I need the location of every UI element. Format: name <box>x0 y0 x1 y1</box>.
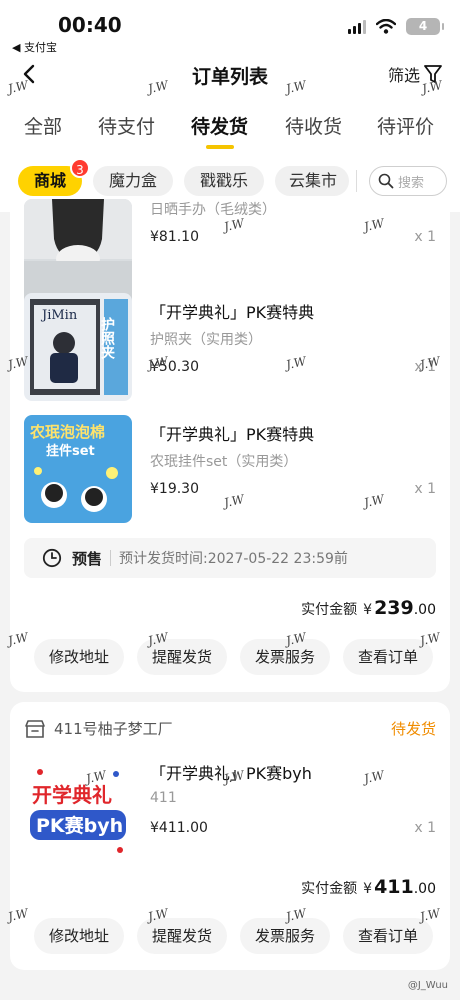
invoice-service-button[interactable]: 发票服务 <box>240 918 330 954</box>
search-placeholder: 搜索 <box>398 175 425 191</box>
product-name: 「开学典礼」PK赛byh <box>150 764 312 783</box>
thumb-charm-title: 农珉泡泡棉 <box>29 423 105 441</box>
remind-shipment-button[interactable]: 提醒发货 <box>137 639 227 675</box>
mall-count-badge: 3 <box>70 158 90 178</box>
tab-pending-payment[interactable]: 待支付 <box>98 112 155 139</box>
chevron-left-icon <box>23 64 35 84</box>
invoice-service-button[interactable]: 发票服务 <box>240 639 330 675</box>
presale-info: 预售 预计发货时间:2027-05-22 23:59前 <box>24 538 436 578</box>
clock-icon <box>42 548 62 568</box>
order-item[interactable]: 农珉泡泡棉 挂件set 「开学典礼」PK赛特典 农珉挂件set（实用类） ¥19… <box>24 415 436 527</box>
view-order-button[interactable]: 查看订单 <box>343 918 433 954</box>
product-name: 「开学典礼」PK赛特典 <box>150 425 315 444</box>
product-qty: x 1 <box>414 229 436 245</box>
chips-divider <box>356 170 357 192</box>
total-label: 实付金额 <box>301 881 358 897</box>
order-item[interactable]: JiMin 护照夹 「开学典礼」PK赛特典 护照夹（实用类） ¥50.30 x … <box>24 293 436 405</box>
product-qty: x 1 <box>414 481 436 497</box>
product-thumbnail: 开学典礼 PK赛byh <box>24 754 132 862</box>
store-icon <box>25 720 45 738</box>
shop-name: 411号柚子梦工厂 <box>54 720 173 738</box>
weibo-credit: @J_Wuu <box>407 980 448 991</box>
thumb-pk-line1: 开学典礼 <box>32 783 112 807</box>
remind-shipment-button[interactable]: 提醒发货 <box>137 918 227 954</box>
status-icons: 4 <box>348 18 444 35</box>
tab-pending-shipment[interactable]: 待发货 <box>191 112 248 139</box>
presale-label: 预售 <box>72 549 103 568</box>
filter-label: 筛选 <box>387 66 420 85</box>
product-price: ¥19.30 <box>150 481 199 497</box>
product-price: ¥81.10 <box>150 229 199 245</box>
filter-button[interactable]: 筛选 <box>388 62 442 86</box>
thumb-charm-sub: 挂件set <box>46 443 95 459</box>
presale-time: 预计发货时间:2027-05-22 23:59前 <box>119 551 348 567</box>
order-actions: 修改地址 提醒发货 发票服务 查看订单 <box>34 918 434 956</box>
total-currency: ¥ <box>363 602 373 618</box>
order-total: 实付金额 ¥ 411 .00 <box>301 876 436 898</box>
product-price: ¥411.00 <box>150 820 208 836</box>
chip-poke-fun[interactable]: 戳戳乐 <box>184 166 264 196</box>
active-tab-indicator <box>206 145 234 149</box>
back-button[interactable] <box>16 60 44 88</box>
search-icon <box>378 173 394 189</box>
product-qty: x 1 <box>414 359 436 375</box>
product-price: ¥50.30 <box>150 359 199 375</box>
presale-divider <box>110 550 112 566</box>
thumb-passport-text: 护照夹 <box>99 316 115 360</box>
modify-address-button[interactable]: 修改地址 <box>34 918 124 954</box>
product-qty: x 1 <box>414 820 436 836</box>
total-amount: 411 <box>374 876 414 898</box>
modify-address-button[interactable]: 修改地址 <box>34 639 124 675</box>
status-time: 00:40 <box>58 13 122 37</box>
total-currency: ¥ <box>363 881 373 897</box>
search-button[interactable]: 搜索 <box>369 166 447 196</box>
product-thumbnail <box>24 199 132 307</box>
view-order-button[interactable]: 查看订单 <box>343 639 433 675</box>
order-total: 实付金额 ¥ 239 .00 <box>301 597 436 619</box>
order-actions: 修改地址 提醒发货 发票服务 查看订单 <box>34 639 434 677</box>
shop-header[interactable]: 411号柚子梦工厂 待发货 <box>24 716 436 742</box>
order-status: 待发货 <box>390 720 436 738</box>
total-amount: 239 <box>374 597 414 619</box>
thumb-pk-line2: PK赛byh <box>36 814 123 837</box>
product-spec: 护照夹（实用类） <box>150 332 262 348</box>
wifi-icon <box>376 19 396 34</box>
filter-icon <box>424 65 442 83</box>
battery-icon: 4 <box>406 18 444 35</box>
order-card[interactable]: 411号柚子梦工厂 待发货 开学典礼 PK赛byh 「开学典礼」PK赛byh 4… <box>10 702 450 970</box>
chip-cloud-market[interactable]: 云集市 <box>275 166 349 196</box>
order-card[interactable]: 日晒手办（毛绒类） ¥81.10 x 1 JiMin 护照夹 「开学典礼」PK赛… <box>10 199 450 692</box>
product-spec: 日晒手办（毛绒类） <box>150 202 276 218</box>
tab-pending-receipt[interactable]: 待收货 <box>285 112 342 139</box>
tab-pending-review[interactable]: 待评价 <box>377 112 434 139</box>
order-item[interactable]: 开学典礼 PK赛byh 「开学典礼」PK赛byh 411 ¥411.00 x 1 <box>24 754 436 866</box>
product-name: 「开学典礼」PK赛特典 <box>150 303 315 322</box>
product-thumbnail: JiMin 护照夹 <box>24 293 132 401</box>
total-decimal: .00 <box>413 881 436 897</box>
total-label: 实付金额 <box>301 602 358 618</box>
back-to-app-link[interactable]: ◀ 支付宝 <box>12 39 57 55</box>
thumb-jimin-text: JiMin <box>40 308 78 323</box>
total-decimal: .00 <box>413 602 436 618</box>
signal-icon <box>348 19 366 34</box>
product-thumbnail: 农珉泡泡棉 挂件set <box>24 415 132 523</box>
product-spec: 411 <box>150 790 177 806</box>
tab-all[interactable]: 全部 <box>24 112 62 139</box>
product-spec: 农珉挂件set（实用类） <box>150 454 298 470</box>
chip-magic-box[interactable]: 魔力盒 <box>93 166 173 196</box>
